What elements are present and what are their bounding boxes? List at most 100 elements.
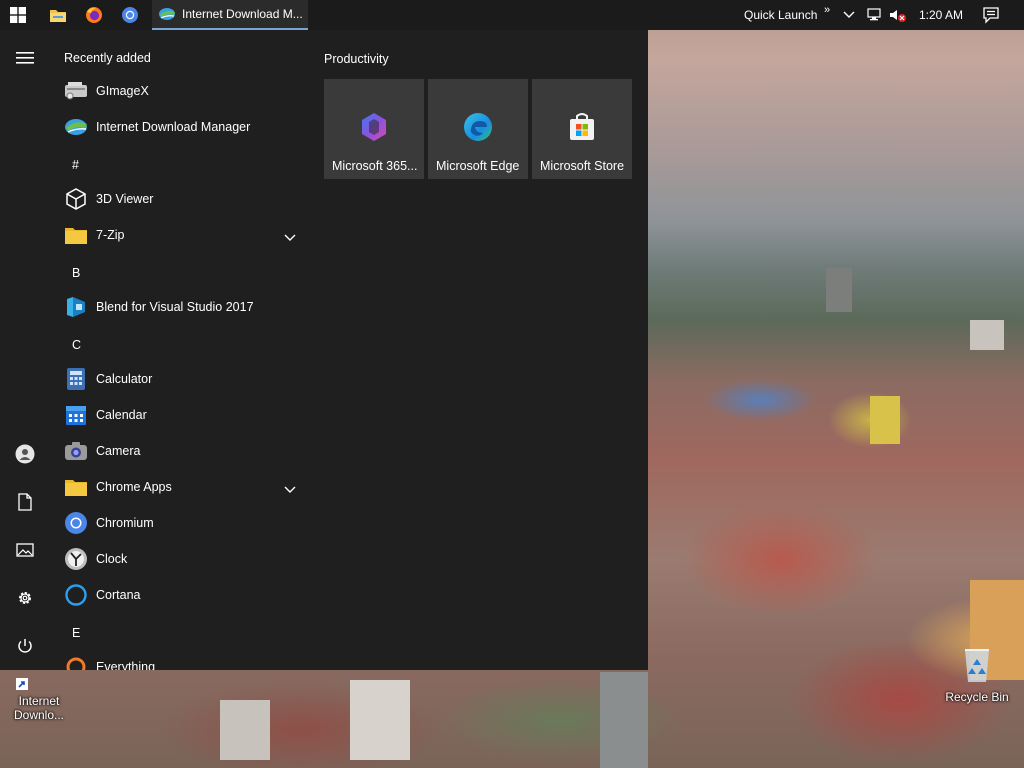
recycle-bin-icon — [965, 649, 989, 682]
app-item-cortana[interactable]: Cortana — [50, 577, 308, 613]
chevron-down-icon[interactable] — [284, 229, 296, 247]
start-button[interactable] — [0, 0, 36, 30]
edge-icon — [464, 113, 492, 141]
wallpaper-building — [350, 680, 410, 760]
quick-launch-expand-icon[interactable]: » — [824, 4, 830, 16]
gear-icon — [19, 592, 31, 604]
blend-icon — [64, 295, 88, 319]
app-item-calendar[interactable]: Calendar — [50, 397, 308, 433]
app-label: Chrome Apps — [96, 480, 172, 494]
tile-microsoft-365[interactable]: Microsoft 365... — [324, 79, 424, 179]
desktop-icon-label: Recycle Bin — [945, 690, 1009, 704]
taskbar: Internet Download M... Quick Launch » 1:… — [0, 0, 1024, 30]
wallpaper-building — [970, 320, 1004, 350]
clock-icon — [64, 547, 88, 571]
active-window-label: Internet Download M... — [182, 7, 303, 21]
network-icon — [867, 8, 881, 21]
app-item-everything[interactable]: Everything — [50, 649, 308, 670]
group-letter-hash[interactable]: # — [72, 158, 79, 172]
wallpaper-building — [600, 672, 648, 768]
idm-icon — [64, 115, 88, 139]
network-tray-icon[interactable] — [866, 7, 882, 28]
app-item-calculator[interactable]: Calculator — [50, 361, 308, 397]
group-letter-e[interactable]: E — [72, 626, 80, 640]
taskbar-firefox[interactable] — [76, 0, 112, 30]
user-avatar-icon — [15, 444, 35, 464]
wallpaper-building — [826, 268, 852, 312]
chromium-icon — [64, 511, 88, 535]
app-label: GImageX — [96, 84, 149, 98]
recently-added-title: Recently added — [64, 51, 151, 65]
pictures-button[interactable] — [0, 530, 50, 570]
desktop-icon-label: Internet Downlo... — [13, 694, 65, 722]
app-item-blend[interactable]: Blend for Visual Studio 2017 — [50, 289, 308, 325]
document-icon — [18, 493, 32, 511]
documents-button[interactable] — [0, 482, 50, 522]
app-list: Recently added GImageX Internet Download… — [50, 30, 310, 670]
tile-group-title[interactable]: Productivity — [324, 52, 389, 66]
app-label: 3D Viewer — [96, 192, 154, 206]
tray-show-hidden-icon[interactable] — [842, 7, 856, 26]
microsoft-365-icon — [362, 113, 386, 141]
user-account-button[interactable] — [0, 434, 50, 474]
app-label: Camera — [96, 444, 141, 458]
app-item-3d-viewer[interactable]: 3D Viewer — [50, 181, 308, 217]
desktop-icon-internet-download-manager[interactable]: Internet Downlo... — [2, 676, 76, 722]
group-letter-b[interactable]: B — [72, 266, 80, 280]
chevron-up-icon — [843, 11, 855, 18]
tile-label: Microsoft Edge — [436, 159, 520, 173]
action-center-button[interactable] — [982, 6, 1000, 29]
firefox-icon — [86, 7, 102, 23]
camera-icon — [64, 439, 88, 463]
taskbar-internet-download-manager[interactable]: Internet Download M... — [152, 0, 308, 30]
wallpaper-building — [870, 396, 900, 444]
app-label: Calculator — [96, 372, 153, 386]
app-item-internet-download-manager[interactable]: Internet Download Manager — [50, 109, 308, 145]
picture-icon — [16, 543, 34, 557]
taskbar-clock[interactable]: 1:20 AM — [919, 8, 963, 22]
settings-button[interactable] — [0, 578, 50, 618]
everything-icon — [64, 655, 88, 670]
app-label: Cortana — [96, 588, 141, 602]
wallpaper-building — [220, 700, 270, 760]
tile-label: Microsoft Store — [540, 159, 625, 173]
app-label: Calendar — [96, 408, 147, 422]
windows-logo-icon — [10, 7, 26, 23]
power-button[interactable] — [0, 626, 50, 666]
app-label: Internet Download Manager — [96, 120, 251, 134]
tile-microsoft-store[interactable]: Microsoft Store — [532, 79, 632, 179]
quick-launch-label[interactable]: Quick Launch — [744, 8, 817, 22]
file-explorer-icon — [50, 10, 66, 22]
taskbar-file-explorer[interactable] — [40, 0, 76, 30]
gimagex-icon — [64, 79, 88, 103]
app-item-chrome-apps[interactable]: Chrome Apps — [50, 469, 308, 505]
app-label: Everything — [96, 660, 156, 670]
group-letter-c[interactable]: C — [72, 338, 81, 352]
volume-tray-icon[interactable] — [889, 7, 907, 28]
notification-icon — [983, 7, 999, 24]
store-icon — [570, 113, 594, 140]
app-item-camera[interactable]: Camera — [50, 433, 308, 469]
start-menu-rail — [0, 30, 50, 670]
shortcut-arrow-icon — [16, 678, 28, 690]
chevron-down-icon[interactable] — [284, 481, 296, 499]
cortana-icon — [64, 583, 88, 607]
folder-icon — [64, 223, 88, 247]
calendar-icon — [64, 403, 88, 427]
desktop-icon-recycle-bin[interactable]: Recycle Bin — [940, 644, 1014, 704]
app-item-gimagex[interactable]: GImageX — [50, 73, 308, 109]
app-label: Blend for Visual Studio 2017 — [96, 300, 254, 314]
app-label: 7-Zip — [96, 228, 125, 242]
calculator-icon — [64, 367, 88, 391]
app-item-chromium[interactable]: Chromium — [50, 505, 308, 541]
taskbar-chromium[interactable] — [112, 0, 148, 30]
hamburger-icon — [16, 52, 34, 64]
app-item-7-zip[interactable]: 7-Zip — [50, 217, 308, 253]
tile-microsoft-edge[interactable]: Microsoft Edge — [428, 79, 528, 179]
expand-menu-button[interactable] — [0, 38, 50, 78]
power-icon — [18, 639, 32, 653]
chromium-icon — [122, 7, 138, 23]
3d-viewer-icon — [64, 187, 88, 211]
tile-label: Microsoft 365... — [332, 159, 418, 173]
app-item-clock[interactable]: Clock — [50, 541, 308, 577]
